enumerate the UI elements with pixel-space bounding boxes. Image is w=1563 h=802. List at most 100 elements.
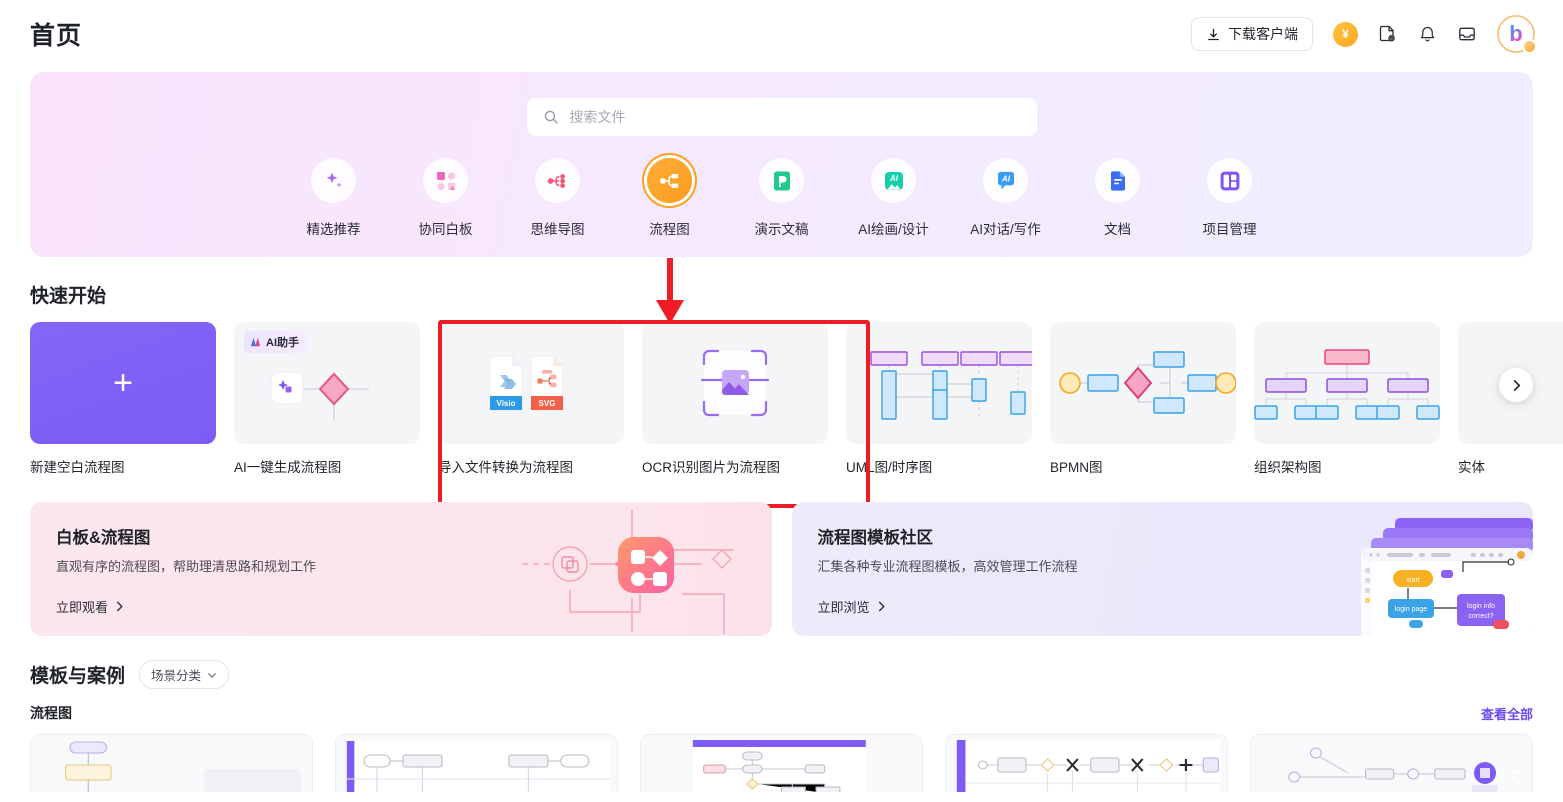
template-card[interactable] bbox=[30, 734, 313, 792]
quick-start-list: + 新建空白流程图 AI助手 AI一键生成流程图 Visio SVG 导入文件转… bbox=[30, 322, 1563, 476]
uml-sequence-thumb bbox=[846, 322, 1032, 444]
quick-start-label: 实体 bbox=[1458, 460, 1485, 475]
quick-start-item-ai-generate[interactable]: AI助手 AI一键生成流程图 bbox=[234, 322, 420, 476]
templates-header: 模板与案例 场景分类 bbox=[30, 660, 1533, 689]
template-card[interactable]: WX.C bbox=[1250, 734, 1533, 792]
quick-start-title: 快速开始 bbox=[30, 286, 107, 307]
category-list: 精选推荐 协同白板 思维导图 流程图 演示文稿 AI AI绘画/设计 AI AI… bbox=[30, 158, 1533, 238]
scene-category-select[interactable]: 场景分类 bbox=[139, 660, 230, 689]
download-client-button[interactable]: 下载客户端 bbox=[1191, 17, 1313, 51]
scene-category-label: 场景分类 bbox=[151, 669, 202, 683]
quick-start-label: OCR识别图片为流程图 bbox=[642, 460, 780, 475]
svg-text:AI: AI bbox=[889, 174, 899, 183]
download-icon bbox=[1206, 27, 1221, 42]
ai-image-icon: AI bbox=[871, 158, 916, 203]
quick-start-label: 导入文件转换为流程图 bbox=[438, 460, 573, 475]
chevron-right-icon bbox=[1510, 379, 1523, 392]
quick-start-label: BPMN图 bbox=[1050, 460, 1103, 475]
category-label: 项目管理 bbox=[1202, 222, 1257, 237]
avatar[interactable]: b bbox=[1497, 15, 1537, 54]
ocr-image-thumb bbox=[642, 322, 828, 444]
presentation-icon bbox=[759, 158, 804, 203]
chevron-right-icon bbox=[116, 601, 123, 612]
svg-text:start: start bbox=[1406, 577, 1420, 584]
templates-section: 模板与案例 场景分类 流程图 查看全部 WX.C bbox=[30, 660, 1533, 792]
quick-start-item-uml[interactable]: UML图/时序图 bbox=[846, 322, 1032, 476]
avatar-letter: b bbox=[1509, 21, 1523, 46]
promo-template-community[interactable]: 流程图模板社区 汇集各种专业流程图模板，高效管理工作流程 立即浏览 start … bbox=[791, 502, 1533, 636]
category-label: AI绘画/设计 bbox=[858, 222, 929, 237]
category-item-flowchart[interactable]: 流程图 bbox=[614, 158, 726, 238]
bell-icon[interactable] bbox=[1418, 24, 1437, 44]
svg-text:AI: AI bbox=[1001, 174, 1011, 183]
coin-icon[interactable]: ¥ bbox=[1333, 21, 1358, 47]
promo-link[interactable]: 立即浏览 bbox=[818, 597, 887, 616]
carousel-next-button[interactable] bbox=[1499, 368, 1533, 402]
category-label: 协同白板 bbox=[418, 222, 473, 237]
quick-start-item-org-chart[interactable]: 组织架构图 bbox=[1254, 322, 1440, 476]
category-item-featured[interactable]: 精选推荐 bbox=[278, 158, 390, 238]
template-card[interactable] bbox=[945, 734, 1228, 792]
project-icon bbox=[1207, 158, 1252, 203]
category-item-project[interactable]: 项目管理 bbox=[1174, 158, 1286, 238]
category-label: AI对话/写作 bbox=[970, 222, 1041, 237]
category-item-mindmap[interactable]: 思维导图 bbox=[502, 158, 614, 238]
home-page: 首页 下载客户端 ¥ b 搜索文件 精选推荐 协同白板 思维导图 流程图 演示文… bbox=[0, 0, 1563, 802]
promo-banner-list: 白板&流程图 直观有序的流程图，帮助理清思路和规划工作 立即观看 流程图模板社区… bbox=[30, 502, 1533, 636]
category-item-presentation[interactable]: 演示文稿 bbox=[726, 158, 838, 238]
qr-badge-icon bbox=[1472, 762, 1498, 792]
search-icon bbox=[543, 109, 559, 125]
category-item-ai-chat[interactable]: AI AI对话/写作 bbox=[950, 158, 1062, 238]
category-item-document[interactable]: 文档 bbox=[1062, 158, 1174, 238]
promo-whiteboard-flowchart[interactable]: 白板&流程图 直观有序的流程图，帮助理清思路和规划工作 立即观看 bbox=[30, 502, 772, 636]
ai-chat-icon: AI bbox=[983, 158, 1028, 203]
quick-start-item-import[interactable]: Visio SVG 导入文件转换为流程图 bbox=[438, 322, 624, 476]
svg-text:SVG: SVG bbox=[539, 399, 556, 408]
templates-category-label: 流程图 bbox=[30, 705, 72, 721]
category-item-whiteboard[interactable]: 协同白板 bbox=[390, 158, 502, 238]
quick-start-item-ocr[interactable]: OCR识别图片为流程图 bbox=[642, 322, 828, 476]
mindmap-icon bbox=[535, 158, 580, 203]
doc-link-icon[interactable] bbox=[1378, 24, 1398, 45]
top-bar-actions: 下载客户端 ¥ b bbox=[1191, 15, 1537, 54]
download-client-label: 下载客户端 bbox=[1228, 26, 1298, 42]
templates-subheader: 流程图 查看全部 bbox=[30, 703, 1533, 723]
quick-start-label: 新建空白流程图 bbox=[30, 460, 125, 475]
top-bar: 首页 下载客户端 ¥ b bbox=[0, 0, 1563, 68]
template-card[interactable] bbox=[640, 734, 923, 792]
plus-icon: + bbox=[113, 364, 133, 402]
promo-link[interactable]: 立即观看 bbox=[56, 597, 125, 616]
ai-assistant-tag-label: AI助手 bbox=[266, 337, 299, 349]
quick-start-label: 组织架构图 bbox=[1254, 460, 1322, 475]
quick-start-item-blank[interactable]: + 新建空白流程图 bbox=[30, 322, 216, 476]
document-icon bbox=[1095, 158, 1140, 203]
hero-banner: 精选推荐 协同白板 bbox=[30, 72, 1533, 257]
whiteboard-icon bbox=[423, 158, 468, 203]
import-files-thumb: Visio SVG bbox=[438, 322, 624, 444]
sparkle-icon bbox=[311, 158, 356, 203]
promo-illustration: start login page login info correct? bbox=[1361, 518, 1533, 636]
view-all-link[interactable]: 查看全部 bbox=[1481, 704, 1533, 723]
category-label: 流程图 bbox=[649, 222, 690, 237]
inbox-icon[interactable] bbox=[1457, 24, 1477, 44]
blank-flowchart-thumb: + bbox=[30, 322, 216, 444]
ai-flow-thumb: AI助手 bbox=[234, 322, 420, 444]
svg-text:correct?: correct? bbox=[1468, 613, 1493, 620]
search-box[interactable] bbox=[526, 98, 1037, 136]
avatar-status-dot bbox=[1522, 39, 1537, 54]
category-label: 文档 bbox=[1104, 222, 1131, 237]
quick-start-label: AI一键生成流程图 bbox=[234, 460, 342, 475]
category-label: 思维导图 bbox=[530, 222, 585, 237]
quick-start-section: 快速开始 + 新建空白流程图 AI助手 AI一键生成流程图 Visio SVG … bbox=[30, 281, 1563, 476]
search-input[interactable] bbox=[569, 109, 1021, 125]
chevron-right-icon bbox=[878, 601, 884, 612]
org-chart-thumb bbox=[1254, 322, 1440, 444]
promo-link-label: 立即观看 bbox=[56, 600, 109, 615]
category-item-ai-design[interactable]: AI AI绘画/设计 bbox=[838, 158, 950, 238]
page-title: 首页 bbox=[30, 22, 83, 50]
svg-text:login page: login page bbox=[1395, 606, 1427, 613]
template-card[interactable] bbox=[335, 734, 618, 792]
templates-title: 模板与案例 bbox=[30, 666, 126, 687]
promo-link-label: 立即浏览 bbox=[817, 600, 870, 615]
quick-start-item-bpmn[interactable]: BPMN图 bbox=[1050, 322, 1236, 476]
